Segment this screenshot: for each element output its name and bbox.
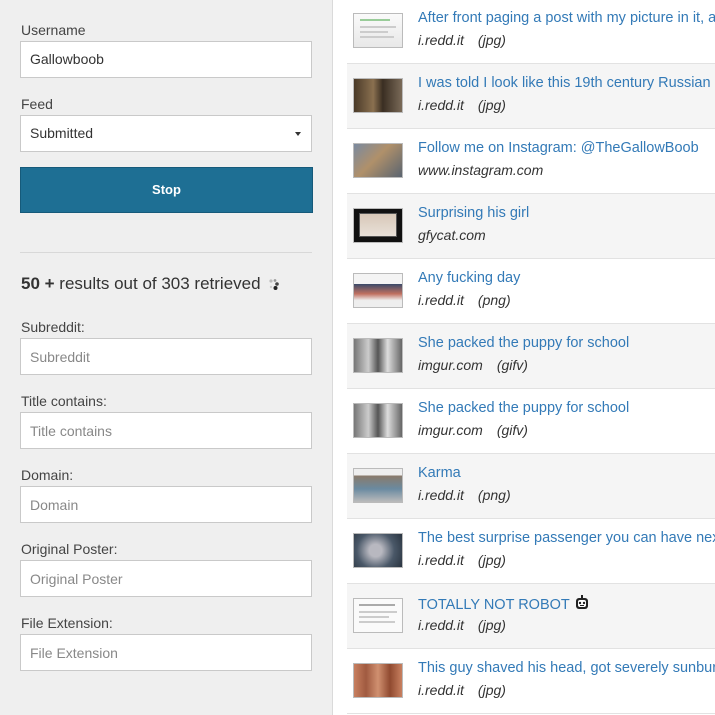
results-summary: 50 + results out of 303 retrieved bbox=[21, 274, 261, 294]
post-thumbnail[interactable] bbox=[353, 598, 403, 633]
post-domain: imgur.com (gifv) bbox=[418, 357, 528, 373]
post-thumbnail[interactable] bbox=[353, 533, 403, 568]
domain-input[interactable] bbox=[20, 486, 312, 523]
post-domain: i.redd.it (jpg) bbox=[418, 97, 506, 113]
file-ext: (jpg) bbox=[477, 32, 506, 48]
post-domain: i.redd.it (png) bbox=[418, 487, 511, 503]
username-input[interactable]: Gallowboob bbox=[20, 41, 312, 78]
post-thumbnail[interactable] bbox=[353, 468, 403, 503]
post-title-link[interactable]: The best surprise passenger you can have… bbox=[418, 530, 715, 546]
file-ext: (jpg) bbox=[477, 97, 506, 113]
domain-text: gfycat.com bbox=[418, 227, 486, 243]
post-domain: www.instagram.com bbox=[418, 162, 557, 178]
file-ext: (jpg) bbox=[477, 682, 506, 698]
post-domain: i.redd.it (jpg) bbox=[418, 32, 506, 48]
results-text: results out of 303 retrieved bbox=[59, 274, 261, 293]
post-row: I was told I look like this 19th century… bbox=[347, 64, 715, 129]
original-poster-label: Original Poster: bbox=[21, 541, 118, 557]
post-title-link[interactable]: Karma bbox=[418, 465, 461, 481]
post-list: After front paging a post with my pictur… bbox=[347, 0, 715, 715]
post-title-link[interactable]: After front paging a post with my pictur… bbox=[418, 10, 715, 26]
post-title-link[interactable]: Surprising his girl bbox=[418, 205, 529, 221]
caret-down-icon bbox=[295, 132, 301, 136]
post-title-link[interactable]: This guy shaved his head, got severely s… bbox=[418, 660, 715, 676]
post-thumbnail[interactable] bbox=[353, 273, 403, 308]
title-contains-input[interactable] bbox=[20, 412, 312, 449]
domain-label: Domain: bbox=[21, 467, 74, 483]
domain-text: i.redd.it bbox=[418, 32, 464, 48]
post-row: Any fucking day i.redd.it (png) bbox=[347, 259, 715, 324]
domain-text: i.redd.it bbox=[418, 682, 464, 698]
post-thumbnail[interactable] bbox=[353, 338, 403, 373]
file-ext: (jpg) bbox=[477, 617, 506, 633]
post-row: Follow me on Instagram: @TheGallowBoob w… bbox=[347, 129, 715, 194]
feed-label: Feed bbox=[21, 96, 53, 112]
post-row: Surprising his girl gfycat.com bbox=[347, 194, 715, 259]
post-title-link[interactable]: I was told I look like this 19th century… bbox=[418, 75, 711, 91]
file-ext: (gifv) bbox=[496, 422, 528, 438]
file-ext: (jpg) bbox=[477, 552, 506, 568]
domain-text: i.redd.it bbox=[418, 292, 464, 308]
post-domain: i.redd.it (jpg) bbox=[418, 617, 506, 633]
post-domain: imgur.com (gifv) bbox=[418, 422, 528, 438]
post-row: TOTALLY NOT ROBOT i.redd.it (jpg) bbox=[347, 584, 715, 649]
feed-select-value: Submitted bbox=[30, 125, 94, 141]
post-thumbnail[interactable] bbox=[353, 403, 403, 438]
domain-text: i.redd.it bbox=[418, 617, 464, 633]
post-row: She packed the puppy for school imgur.co… bbox=[347, 389, 715, 454]
stop-button[interactable]: Stop bbox=[20, 167, 313, 213]
post-domain: gfycat.com bbox=[418, 227, 500, 243]
post-row: She packed the puppy for school imgur.co… bbox=[347, 324, 715, 389]
robot-face-icon bbox=[575, 595, 588, 609]
post-row: The best surprise passenger you can have… bbox=[347, 519, 715, 584]
title-contains-label: Title contains: bbox=[21, 393, 107, 409]
divider bbox=[20, 252, 312, 253]
username-label: Username bbox=[21, 22, 86, 38]
domain-text: i.redd.it bbox=[418, 487, 464, 503]
domain-text: i.redd.it bbox=[418, 97, 464, 113]
post-thumbnail[interactable] bbox=[353, 208, 403, 243]
domain-text: www.instagram.com bbox=[418, 162, 544, 178]
post-row: After front paging a post with my pictur… bbox=[347, 0, 715, 64]
post-domain: i.redd.it (jpg) bbox=[418, 682, 506, 698]
post-thumbnail[interactable] bbox=[353, 143, 403, 178]
post-title-link[interactable]: Any fucking day bbox=[418, 270, 520, 286]
post-row: This guy shaved his head, got severely s… bbox=[347, 649, 715, 714]
post-domain: i.redd.it (png) bbox=[418, 292, 511, 308]
post-thumbnail[interactable] bbox=[353, 663, 403, 698]
post-domain: i.redd.it (jpg) bbox=[418, 552, 506, 568]
post-title-link[interactable]: She packed the puppy for school bbox=[418, 335, 629, 351]
post-row: Karma i.redd.it (png) bbox=[347, 454, 715, 519]
post-title-text: TOTALLY NOT ROBOT bbox=[418, 597, 570, 613]
file-ext: (png) bbox=[477, 292, 511, 308]
file-ext: (gifv) bbox=[496, 357, 528, 373]
file-extension-label: File Extension: bbox=[21, 615, 113, 631]
loading-spinner-icon bbox=[269, 279, 279, 290]
file-extension-input[interactable] bbox=[20, 634, 312, 671]
post-title-link[interactable]: Follow me on Instagram: @TheGallowBoob bbox=[418, 140, 699, 156]
post-thumbnail[interactable] bbox=[353, 78, 403, 113]
original-poster-input[interactable] bbox=[20, 560, 312, 597]
subreddit-label: Subreddit: bbox=[21, 319, 85, 335]
filter-panel: Username Gallowboob Feed Submitted Stop … bbox=[0, 0, 333, 715]
domain-text: imgur.com bbox=[418, 357, 483, 373]
post-thumbnail[interactable] bbox=[353, 13, 403, 48]
domain-text: imgur.com bbox=[418, 422, 483, 438]
subreddit-input[interactable] bbox=[20, 338, 312, 375]
results-count: 50 + bbox=[21, 274, 55, 293]
post-title-link[interactable]: She packed the puppy for school bbox=[418, 400, 629, 416]
domain-text: i.redd.it bbox=[418, 552, 464, 568]
file-ext: (png) bbox=[477, 487, 511, 503]
post-title-link[interactable]: TOTALLY NOT ROBOT bbox=[418, 595, 590, 613]
feed-select[interactable]: Submitted bbox=[20, 115, 312, 152]
